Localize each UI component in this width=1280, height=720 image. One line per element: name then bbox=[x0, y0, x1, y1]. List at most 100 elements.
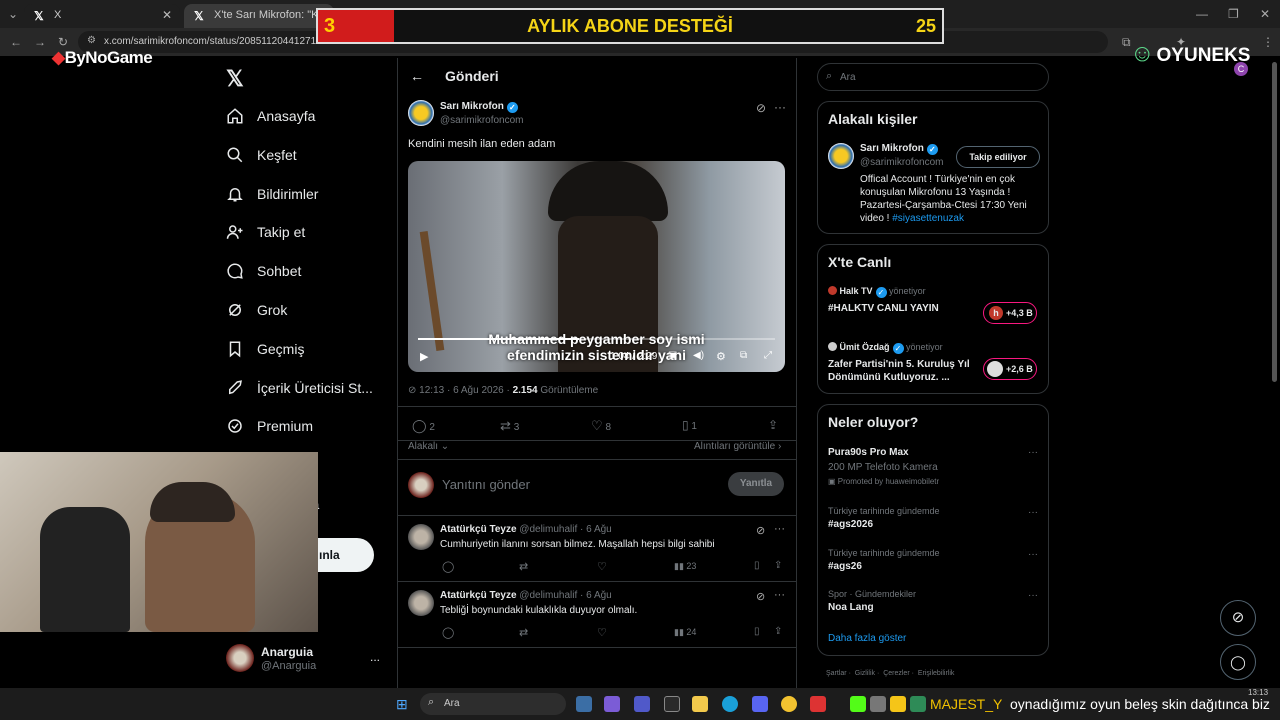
x-logo[interactable]: 𝕏 bbox=[226, 66, 244, 92]
grok-explain-icon[interactable]: ⊘ bbox=[756, 524, 765, 537]
file-explorer-icon[interactable] bbox=[692, 696, 708, 712]
reply-icon[interactable]: ◯ bbox=[442, 560, 454, 573]
like-stat[interactable]: ♡ 8 bbox=[591, 418, 611, 434]
trend-item[interactable]: Türkiye tarihinde gündemde #ags26 ··· bbox=[828, 548, 1043, 580]
heart-icon[interactable]: ♡ bbox=[597, 626, 607, 639]
app-icon[interactable] bbox=[890, 696, 906, 712]
reply-item[interactable]: Atatürkçü Teyze @delimuhalif · 6 Ağu ⊘ ·… bbox=[398, 582, 796, 648]
fullscreen-icon[interactable]: ⤢ bbox=[764, 350, 772, 361]
tab-menu-icon[interactable]: ⌄ bbox=[8, 7, 18, 21]
back-arrow-icon[interactable]: ← bbox=[410, 68, 424, 84]
nav-chat[interactable]: Sohbet bbox=[226, 256, 301, 286]
nav-creator-studio[interactable]: İçerik Üreticisi St... bbox=[226, 373, 373, 403]
nav-grok[interactable]: Grok bbox=[226, 295, 287, 325]
sort-dropdown[interactable]: Alakalı ⌄ bbox=[408, 441, 449, 452]
trend-more-icon[interactable]: ··· bbox=[1028, 549, 1038, 560]
search-input[interactable]: ⌕ Ara bbox=[817, 63, 1049, 91]
relevant-name-row[interactable]: Sarı Mikrofon ✓ bbox=[860, 143, 938, 155]
post-video[interactable]: Muhammed peygamber soy ismi efendimizin … bbox=[408, 161, 785, 372]
author-handle[interactable]: @sarimikrofoncom bbox=[440, 115, 524, 126]
discord-icon[interactable] bbox=[752, 696, 768, 712]
bookmark-small-icon[interactable]: ▯ bbox=[754, 626, 760, 637]
close-tab-icon[interactable]: ✕ bbox=[162, 8, 172, 22]
live-listeners-badge[interactable]: h +4,3 B bbox=[983, 302, 1037, 324]
forward-icon[interactable]: → bbox=[34, 35, 46, 49]
reload-icon[interactable]: ↻ bbox=[58, 35, 68, 49]
reply-more-icon[interactable]: ··· bbox=[774, 589, 785, 601]
author-avatar[interactable] bbox=[408, 100, 434, 126]
share-icon[interactable]: ⇪ bbox=[774, 560, 782, 571]
live-item[interactable]: Ümit Özdağ ✓ yönetiyor Zafer Partisi'nin … bbox=[828, 341, 1043, 387]
nav-follow[interactable]: Takip et bbox=[226, 217, 305, 247]
following-button[interactable]: Takip ediliyor bbox=[956, 146, 1040, 168]
bookmark-stat[interactable]: ▯ 1 bbox=[682, 418, 697, 432]
reply-stat[interactable]: ◯ 2 bbox=[412, 418, 435, 434]
kick-icon[interactable] bbox=[850, 696, 866, 712]
teams-icon[interactable] bbox=[634, 696, 650, 712]
bio-hashtag-link[interactable]: #siyasettenuzak bbox=[892, 213, 964, 224]
live-item[interactable]: Halk TV ✓ yönetiyor #HALKTV CANLI YAYIN h… bbox=[828, 285, 1043, 331]
grok-explain-icon[interactable]: ⊘ bbox=[756, 101, 766, 115]
play-icon[interactable]: ▶ bbox=[420, 350, 428, 363]
tab-x[interactable]: 𝕏 X ✕ bbox=[24, 4, 180, 28]
nav-premium[interactable]: Premium bbox=[226, 411, 313, 441]
windows-start-icon[interactable]: ⊞ bbox=[396, 696, 408, 713]
volume-icon[interactable]: ◀) bbox=[693, 350, 704, 361]
account-avatar[interactable] bbox=[226, 644, 254, 672]
grok-float-icon[interactable]: ⊘ bbox=[1220, 600, 1256, 636]
author-name-row[interactable]: Sarı Mikrofon ✓ bbox=[440, 101, 518, 113]
post-more-icon[interactable]: ··· bbox=[774, 100, 786, 114]
minimize-icon[interactable]: — bbox=[1196, 7, 1208, 21]
app-icon[interactable] bbox=[810, 696, 826, 712]
view-quotes-link[interactable]: Alıntıları görüntüle › bbox=[694, 441, 781, 452]
trend-more-icon[interactable]: ··· bbox=[1028, 447, 1038, 458]
browser-menu-icon[interactable]: ⋮ bbox=[1262, 35, 1274, 49]
reply-submit-button[interactable]: Yanıtla bbox=[728, 472, 784, 496]
edge-icon[interactable] bbox=[722, 696, 738, 712]
nav-bookmarks[interactable]: Geçmiş bbox=[226, 334, 304, 364]
page-scrollbar[interactable] bbox=[1272, 62, 1277, 382]
messages-float-icon[interactable]: ◯ bbox=[1220, 644, 1256, 680]
site-info-icon[interactable]: ⚙ bbox=[87, 35, 96, 46]
store-icon[interactable] bbox=[664, 696, 680, 712]
app-icon[interactable] bbox=[910, 696, 926, 712]
grok-explain-icon[interactable]: ⊘ bbox=[756, 590, 765, 603]
repost-icon[interactable]: ⇄ bbox=[519, 626, 528, 639]
show-more-link[interactable]: Daha fazla göster bbox=[828, 633, 906, 644]
bookmark-small-icon[interactable]: ▯ bbox=[754, 560, 760, 571]
trend-more-icon[interactable]: ··· bbox=[1028, 590, 1038, 601]
maximize-icon[interactable]: ❐ bbox=[1228, 7, 1239, 21]
trend-item[interactable]: Pura90s Pro Max 200 MP Telefoto Kamera ▣… bbox=[828, 447, 1043, 491]
chrome-icon[interactable] bbox=[781, 696, 797, 712]
repost-stat[interactable]: ⇄ 3 bbox=[500, 418, 519, 434]
taskbar-search[interactable]: ⌕ Ara bbox=[420, 693, 566, 715]
share-icon[interactable]: ⇪ bbox=[768, 418, 778, 432]
app-icon[interactable] bbox=[870, 696, 886, 712]
views-stat[interactable]: ▮▮ 24 bbox=[674, 627, 696, 638]
close-window-icon[interactable]: ✕ bbox=[1260, 7, 1270, 21]
trend-item[interactable]: Spor · Gündemdekiler Noa Lang ··· bbox=[828, 589, 1043, 621]
settings-icon[interactable]: ⚙ bbox=[716, 350, 726, 363]
tab-post[interactable]: 𝕏 X'te Sarı Mikrofon: "Kendini m bbox=[184, 4, 334, 28]
live-listeners-badge[interactable]: +2,6 B bbox=[983, 358, 1037, 380]
reply-input[interactable]: Yanıtını gönder bbox=[442, 477, 530, 492]
heart-icon[interactable]: ♡ bbox=[597, 560, 607, 573]
nav-explore[interactable]: Keşfet bbox=[226, 140, 297, 170]
back-icon[interactable]: ← bbox=[10, 35, 22, 49]
captions-icon[interactable]: ▣ bbox=[668, 350, 677, 361]
views-stat[interactable]: ▮▮ 23 bbox=[674, 561, 696, 572]
reply-avatar[interactable] bbox=[408, 524, 434, 550]
copilot-icon[interactable] bbox=[604, 696, 620, 712]
reply-icon[interactable]: ◯ bbox=[442, 626, 454, 639]
reply-avatar[interactable] bbox=[408, 590, 434, 616]
reply-item[interactable]: Atatürkçü Teyze @delimuhalif · 6 Ağu ⊘ ·… bbox=[398, 516, 796, 582]
trend-more-icon[interactable]: ··· bbox=[1028, 507, 1038, 518]
nav-notifications[interactable]: Bildirimler bbox=[226, 179, 318, 209]
relevant-avatar[interactable] bbox=[828, 143, 854, 169]
nav-home[interactable]: Anasayfa bbox=[226, 101, 315, 131]
repost-icon[interactable]: ⇄ bbox=[519, 560, 528, 573]
video-progress-track[interactable] bbox=[418, 338, 775, 340]
share-icon[interactable]: ⇪ bbox=[774, 626, 782, 637]
trend-item[interactable]: Türkiye tarihinde gündemde #ags2026 ··· bbox=[828, 506, 1043, 538]
taskview-icon[interactable] bbox=[576, 696, 592, 712]
